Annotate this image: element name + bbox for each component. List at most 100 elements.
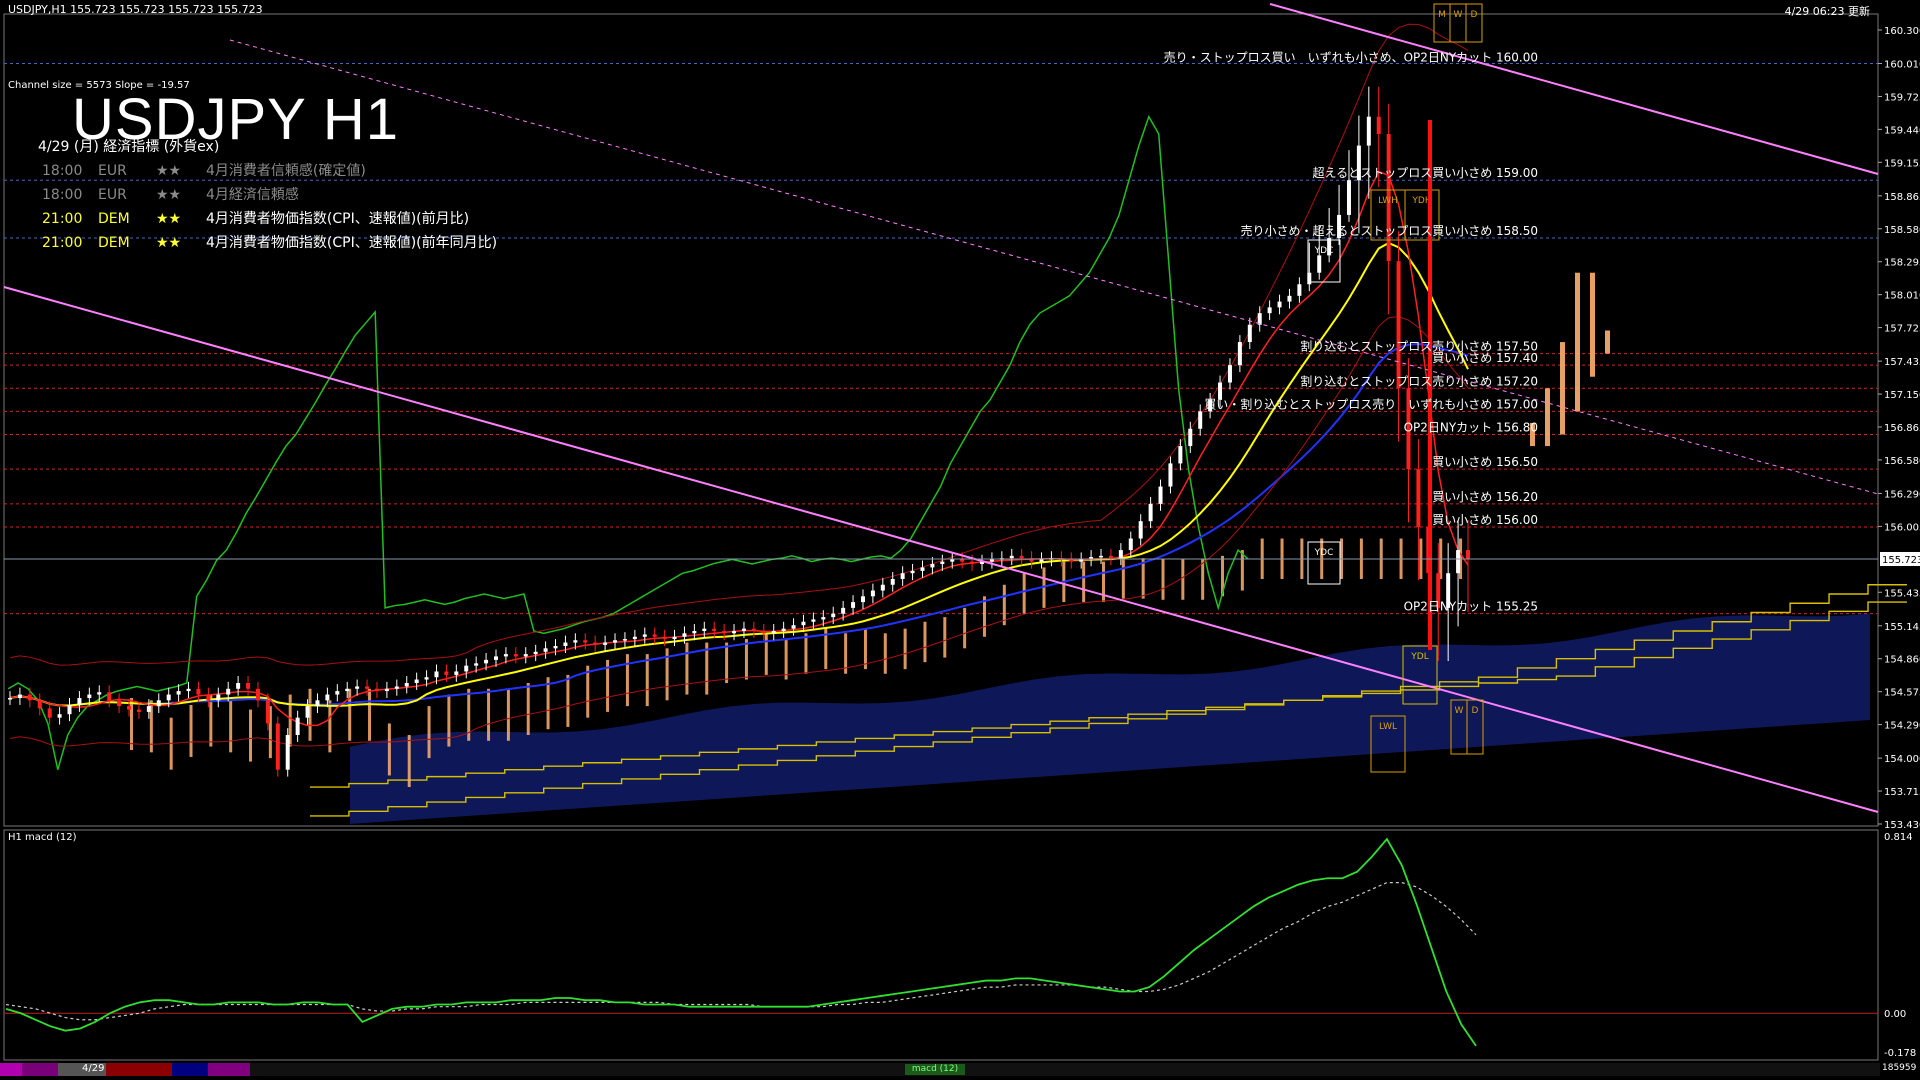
candle-body <box>384 688 389 692</box>
candle-body <box>771 630 776 634</box>
cloud-bar <box>487 688 491 741</box>
price-tick-label: 157.435 <box>1884 357 1920 368</box>
candle-body <box>761 630 766 634</box>
candle-body <box>801 621 806 626</box>
price-tick-label: 157.150 <box>1884 390 1920 401</box>
future-cloud-bar <box>1560 342 1565 435</box>
level-annotation: 買い小さめ 156.50 <box>1432 455 1538 469</box>
candle-body <box>1079 559 1084 562</box>
candle-body <box>920 567 925 571</box>
candle-body <box>930 563 935 568</box>
candle-body <box>741 628 746 631</box>
level-annotation: 買い小さめ 156.00 <box>1432 513 1538 527</box>
cloud-bar <box>725 642 729 683</box>
candle-body <box>613 640 618 643</box>
level-annotation: OP2日NYカット 155.25 <box>1404 600 1538 614</box>
candle-body <box>573 640 578 643</box>
macd-label: H1 macd (12) <box>8 832 77 843</box>
macd-tick-label: -0.178 <box>1884 1048 1916 1059</box>
candle-body <box>811 619 816 622</box>
level-box-label: M <box>1438 10 1446 20</box>
candle-body <box>1466 550 1470 559</box>
macd-main-line <box>5 837 1477 1047</box>
macd-tick-label: 0.00 <box>1884 1009 1906 1020</box>
event-currency: DEM <box>98 235 130 251</box>
candle-body <box>781 628 786 631</box>
cloud-bar <box>407 735 411 788</box>
candle-body <box>831 613 836 618</box>
price-tick-label: 156.865 <box>1884 423 1920 434</box>
level-annotation: 買い小さめ 157.40 <box>1432 351 1538 365</box>
candle-body <box>265 700 270 724</box>
candle-body <box>1168 463 1173 487</box>
event-currency: EUR <box>98 163 127 179</box>
candle-body <box>1158 486 1163 504</box>
candle-body <box>87 694 92 699</box>
event-stars: ★★ <box>156 235 182 251</box>
candle-body <box>841 607 846 614</box>
candle-body <box>127 706 132 710</box>
price-tick-label: 158.295 <box>1884 258 1920 269</box>
candle-body <box>57 714 62 718</box>
symbol-info: USDJPY,H1 155.723 155.723 155.723 155.72… <box>8 3 263 16</box>
candle-body <box>1366 116 1371 146</box>
cloud-bar <box>923 621 927 663</box>
cloud-bar <box>943 617 947 658</box>
price-tick-label: 154.000 <box>1884 754 1920 765</box>
macd-tab[interactable]: macd (12) <box>905 1064 965 1075</box>
candle-body <box>910 570 915 574</box>
level-box-label: LWH <box>1378 196 1398 206</box>
level-box-label: YDC <box>1314 548 1334 558</box>
candle-body <box>464 665 469 672</box>
price-tick-label: 158.010 <box>1884 291 1920 302</box>
candle-body <box>275 723 280 770</box>
cloud-bar <box>1240 550 1244 591</box>
candle-body <box>394 686 399 689</box>
level-annotation: 買い・割り込むとストップロス売り いずれも小さめ 157.00 <box>1204 396 1538 411</box>
future-cloud-bar <box>1590 272 1595 377</box>
cloud-bar <box>1022 573 1026 614</box>
candle-body <box>67 704 72 715</box>
level-annotation: 超えるとストップロス買い小さめ 159.00 <box>1313 165 1538 180</box>
candle-body <box>355 686 360 689</box>
candle-body <box>335 691 340 695</box>
level-box-label: YDL <box>1410 652 1428 662</box>
candle-body <box>226 688 231 695</box>
candle-body <box>434 671 439 678</box>
candle-body <box>156 700 161 707</box>
candle-body <box>860 596 865 603</box>
candle-body <box>374 688 379 692</box>
candle-body <box>642 634 647 637</box>
price-tick-label: 158.580 <box>1884 225 1920 236</box>
price-tick-label: 155.435 <box>1884 588 1920 599</box>
candle-body <box>682 633 687 637</box>
candle-body <box>474 663 479 666</box>
cloud-bar <box>863 628 867 670</box>
cloud-bar <box>645 654 649 707</box>
candle-body <box>1317 255 1322 273</box>
candle-body <box>1039 559 1044 562</box>
period-segment <box>106 1063 172 1076</box>
calendar-event: 21:00 DEM ★★ 4月消費者物価指数(CPI、速報値)(前月比) <box>42 208 469 228</box>
candle-body <box>8 698 12 700</box>
future-cloud-bar <box>1575 272 1580 412</box>
price-tick-label: 154.860 <box>1884 655 1920 666</box>
cloud-bar <box>566 674 570 727</box>
level-annotation: OP2日NYカット 156.80 <box>1404 421 1538 435</box>
cloud-bar <box>963 607 967 649</box>
update-time: 4/29 06:23 更新 <box>1784 5 1870 18</box>
date-tab[interactable]: 4/29 <box>82 1063 104 1074</box>
cloud-bar <box>427 706 431 759</box>
candle-body <box>424 677 429 680</box>
ichimoku-cloud-bearish <box>350 613 1870 824</box>
candle-body <box>1227 365 1232 383</box>
candle-body <box>454 671 459 675</box>
candle-body <box>166 694 171 701</box>
event-currency: EUR <box>98 187 127 203</box>
candle-body <box>870 590 875 597</box>
candle-body <box>900 573 905 579</box>
candle-body <box>1277 301 1282 308</box>
candle-body <box>702 628 707 631</box>
cloud-bar <box>229 700 233 753</box>
candle-body <box>414 679 419 683</box>
